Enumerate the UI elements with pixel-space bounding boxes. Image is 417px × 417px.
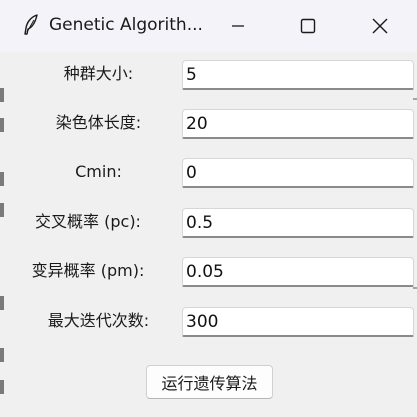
- app-window: Genetic Algorith... 种群大小: 染色体长度: Cmin: 交…: [0, 0, 417, 417]
- background-fragment: [0, 380, 4, 394]
- feather-icon: [22, 14, 40, 36]
- chromosome-length-label: 染色体长度:: [55, 113, 142, 132]
- max-iterations-label: 最大迭代次数:: [47, 311, 150, 330]
- background-fragment: [0, 296, 4, 310]
- title-bar[interactable]: Genetic Algorith...: [0, 0, 417, 52]
- background-fragment: [0, 88, 4, 102]
- minimize-button[interactable]: [208, 0, 268, 52]
- background-fragment: [413, 287, 417, 289]
- cmin-input[interactable]: [182, 158, 414, 188]
- population-size-label: 种群大小:: [63, 64, 134, 83]
- mutation-rate-input[interactable]: [182, 257, 414, 287]
- background-fragment: [0, 203, 4, 217]
- minimize-icon: [231, 19, 245, 33]
- window-title: Genetic Algorith...: [49, 15, 203, 35]
- mutation-rate-label: 变异概率 (pm):: [31, 261, 145, 280]
- close-icon: [372, 18, 388, 34]
- maximize-icon: [300, 18, 316, 34]
- background-fragment: [0, 172, 4, 186]
- form-panel: 种群大小: 染色体长度: Cmin: 交叉概率 (pc): 变异概率 (pm):…: [0, 52, 417, 417]
- population-size-input[interactable]: [182, 60, 414, 90]
- chromosome-length-input[interactable]: [182, 109, 414, 139]
- crossover-rate-label: 交叉概率 (pc):: [35, 212, 141, 231]
- max-iterations-input[interactable]: [182, 307, 414, 337]
- maximize-button[interactable]: [278, 0, 338, 52]
- background-fragment: [413, 98, 417, 100]
- close-button[interactable]: [350, 0, 410, 52]
- background-fragment: [0, 348, 4, 362]
- run-genetic-algorithm-button[interactable]: 运行遗传算法: [146, 365, 273, 399]
- cmin-label: Cmin:: [75, 162, 122, 181]
- crossover-rate-input[interactable]: [182, 208, 414, 238]
- background-fragment: [0, 118, 4, 132]
